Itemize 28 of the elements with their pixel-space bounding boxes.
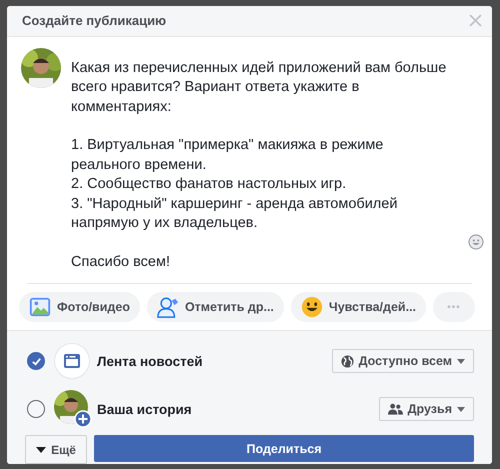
- action-button[interactable]: Чувства/дей...: [290, 292, 426, 322]
- post-text: Спасибо всем!: [71, 252, 171, 272]
- avatar: [54, 390, 92, 428]
- share-button[interactable]: Поделиться: [94, 435, 474, 462]
- post-text: Какая из перечисленных идей приложений вам больше всего нравится? Вариант ответа укажите в комментариях:: [71, 58, 446, 116]
- checkbox[interactable]: [27, 352, 45, 370]
- action-button[interactable]: Фото/видео: [19, 292, 140, 322]
- caret-icon: [36, 446, 46, 452]
- more-button[interactable]: Ещё: [25, 435, 87, 464]
- dialog-title: Создайте публикацию: [22, 13, 166, 28]
- smiley-icon: [300, 296, 323, 318]
- audience-dropdown[interactable]: Друзья: [378, 397, 474, 421]
- friends-icon: [388, 403, 403, 415]
- emoji-icon[interactable]: [468, 234, 484, 250]
- news-feed-icon: [54, 343, 90, 379]
- audience-dropdown[interactable]: Доступно всем: [332, 349, 474, 373]
- caret-icon: [457, 406, 465, 412]
- checkbox[interactable]: [27, 400, 45, 418]
- destination-label: Лента новостей: [97, 354, 204, 368]
- photo-icon: [29, 296, 51, 318]
- person-icon: [156, 296, 179, 318]
- globe-icon: [340, 354, 354, 368]
- caret-icon: [457, 358, 465, 364]
- post-text: 1. Виртуальная "примерка" макияжа в режиме реального времени. 2. Сообщество фанатов настольных игр. 3. "Народный" каршеринг - аренда автомобилей напрямую у их владельцев.: [71, 136, 398, 233]
- avatar: [21, 48, 61, 88]
- action-button[interactable]: Отметить др...: [146, 292, 284, 322]
- destination-label: Ваша история: [97, 402, 193, 416]
- checkmark-icon: [30, 356, 42, 366]
